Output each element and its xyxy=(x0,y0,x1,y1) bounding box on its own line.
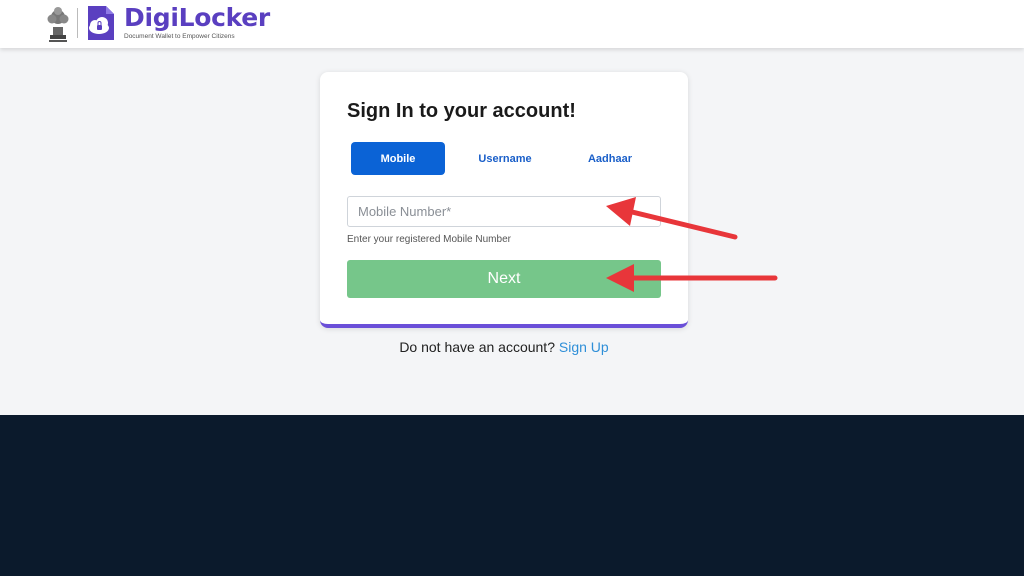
signup-link[interactable]: Sign Up xyxy=(559,339,609,355)
next-button[interactable]: Next xyxy=(347,260,661,298)
mobile-helper-text: Enter your registered Mobile Number xyxy=(347,234,511,245)
tab-username[interactable]: Username xyxy=(458,142,552,175)
signup-prompt: Do not have an account? xyxy=(399,339,555,355)
tab-aadhaar[interactable]: Aadhaar xyxy=(563,142,657,175)
brand-name[interactable]: DigiLocker xyxy=(124,3,270,32)
site-header: DigiLocker Document Wallet to Empower Ci… xyxy=(0,0,1024,48)
mobile-number-input[interactable] xyxy=(347,196,661,227)
national-emblem-icon xyxy=(47,7,69,42)
sign-in-card: Sign In to your account! Mobile Username… xyxy=(320,72,688,328)
signup-row: Do not have an account? Sign Up xyxy=(320,339,688,355)
digilocker-cloud-lock-icon[interactable] xyxy=(82,4,120,42)
brand-tagline: Document Wallet to Empower Citizens xyxy=(124,33,235,40)
brand-divider xyxy=(77,8,78,38)
page-title: Sign In to your account! xyxy=(347,100,576,122)
tab-mobile[interactable]: Mobile xyxy=(351,142,445,175)
site-footer xyxy=(0,415,1024,576)
